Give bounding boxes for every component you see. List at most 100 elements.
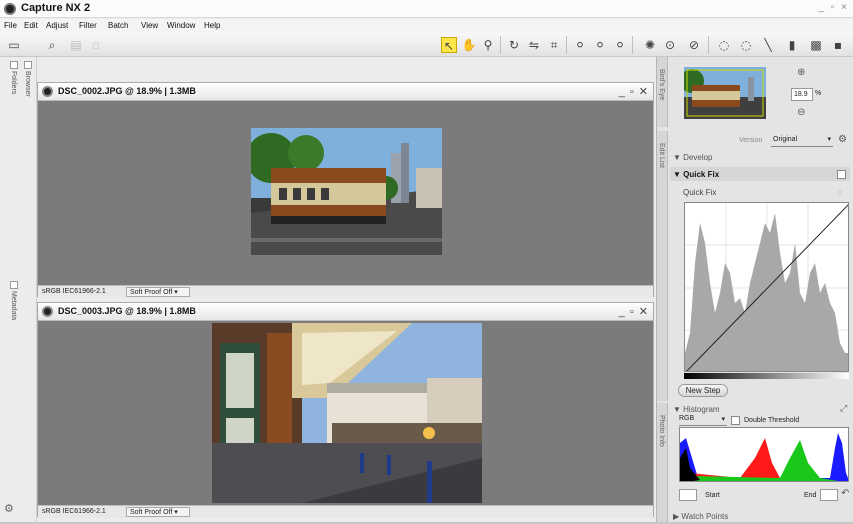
menu-help[interactable]: Help (204, 21, 220, 30)
folders-toggle[interactable] (10, 61, 18, 69)
right-panel: Bird's Eye ⊕ 18.9 % ⊖ Edit List Version … (656, 57, 853, 524)
white-point-icon[interactable]: ⚪ (612, 37, 628, 53)
marquee-icon[interactable]: ◌ (738, 37, 754, 53)
cable-car-photo (251, 128, 442, 255)
image-window-title: DSC_0002.JPG @ 18.9% | 1.3MB (58, 86, 196, 96)
rgb-histogram (679, 427, 849, 482)
image-status-bar: sRGB IEC61966-2.1 Soft Proof Off ▾ (38, 505, 653, 518)
image-window-controls[interactable]: _ ▫ ✕ (619, 305, 649, 318)
histogram-graph (680, 433, 848, 481)
color-control-point-icon[interactable]: ⊘ (686, 37, 702, 53)
version-label: Version (739, 137, 763, 144)
toolbar-separator (632, 36, 633, 54)
image-window-titlebar[interactable]: DSC_0002.JPG @ 18.9% | 1.3MB _ ▫ ✕ (38, 83, 653, 101)
end-field[interactable] (820, 489, 838, 501)
menu-file[interactable]: File (4, 21, 17, 30)
start-field[interactable] (679, 489, 697, 501)
zoom-out-icon[interactable]: ⊖ (797, 107, 805, 118)
tab-browser[interactable]: Browser (24, 71, 31, 97)
red-eye-icon[interactable]: ✺ (642, 37, 658, 53)
curves-graph[interactable] (684, 202, 849, 372)
histogram-tool-icon[interactable]: ⤢ (840, 403, 847, 414)
new-step-button[interactable]: New Step (678, 384, 728, 397)
tab-birds-eye[interactable]: Bird's Eye (657, 57, 668, 127)
zoom-in-icon[interactable]: ⊕ (797, 67, 805, 78)
image-status-bar: sRGB IEC61966-2.1 Soft Proof Off ▾ (38, 285, 653, 298)
window-controls[interactable]: _ ▫ × (818, 2, 849, 13)
histogram-section[interactable]: ▼ Histogram (673, 405, 720, 414)
gradient-icon[interactable]: ▮ (784, 37, 800, 53)
quick-fix-header-label: Quick Fix (683, 170, 720, 179)
color-profile-label: sRGB IEC61966-2.1 (42, 508, 106, 515)
tab-photo-info[interactable]: Photo Info (657, 403, 668, 523)
tab-edit-list[interactable]: Edit List (657, 131, 668, 401)
version-dropdown[interactable]: Original ▾ (771, 135, 833, 147)
soft-proof-dropdown[interactable]: Soft Proof Off ▾ (126, 287, 190, 297)
print-icon[interactable]: ▤ (68, 37, 84, 53)
quick-fix-radio[interactable]: ○ (837, 187, 842, 197)
birds-eye-tab-label: Bird's Eye (658, 69, 665, 101)
start-label: Start (705, 492, 720, 499)
browser-toggle[interactable] (24, 61, 32, 69)
crop-icon[interactable]: ⌗ (546, 37, 562, 53)
image-window-dsc0003[interactable]: DSC_0003.JPG @ 18.9% | 1.8MB _ ▫ ✕ sRGB … (37, 302, 654, 518)
edit-list-tab-label: Edit List (658, 143, 665, 168)
develop-label: Develop (683, 153, 713, 162)
color-profile-label: sRGB IEC61966-2.1 (42, 288, 106, 295)
brush-icon[interactable]: ╲ (760, 37, 776, 53)
zoom-unit: % (815, 90, 822, 97)
title-bar: Capture NX 2 _ ▫ × (0, 0, 853, 18)
menu-edit[interactable]: Edit (24, 21, 38, 30)
layout-icon[interactable]: ▭ (6, 37, 22, 53)
quick-fix-header[interactable]: ▼ Quick Fix (673, 170, 719, 179)
tab-metadata[interactable]: Metadata (10, 291, 17, 320)
image-window-controls[interactable]: _ ▫ ✕ (619, 85, 649, 98)
menu-batch[interactable]: Batch (108, 21, 128, 30)
soft-proof-dropdown[interactable]: Soft Proof Off ▾ (126, 507, 190, 517)
edit-list-options-icon[interactable]: ⚙ (838, 134, 847, 145)
open-icon[interactable]: ▫ (88, 37, 104, 53)
reset-icon[interactable]: ↶ (841, 488, 849, 499)
straighten-icon[interactable]: ⇋ (526, 37, 542, 53)
image-window-title: DSC_0003.JPG @ 18.9% | 1.8MB (58, 306, 196, 316)
black-point-icon[interactable]: ⚪ (572, 37, 588, 53)
neutral-point-icon[interactable]: ⚪ (592, 37, 608, 53)
lasso-icon[interactable]: ◌ (716, 37, 732, 53)
hand-icon[interactable]: ✋ (461, 37, 477, 53)
develop-section[interactable]: ▼ Develop (673, 153, 713, 162)
end-label: End (804, 492, 817, 499)
zoom-level-field[interactable]: 18.9 (791, 88, 813, 101)
tab-folders[interactable]: Folders (10, 71, 17, 94)
metadata-toggle[interactable] (10, 281, 18, 289)
fill-icon[interactable]: ▩ (808, 37, 824, 53)
auto-retouch-icon[interactable]: ⊙ (662, 37, 678, 53)
image-canvas[interactable] (38, 101, 653, 285)
capture-nx-logo-icon (42, 306, 53, 317)
curves-histogram[interactable] (685, 203, 849, 372)
menu-adjust[interactable]: Adjust (46, 21, 68, 30)
dropdown-arrow-icon: ▾ (827, 136, 831, 143)
menu-view[interactable]: View (141, 21, 158, 30)
street-arcade-photo (212, 323, 482, 503)
direct-select-icon[interactable]: ↖ (441, 37, 457, 53)
left-rail: Folders Browser Metadata ⚙ (0, 57, 37, 524)
quick-fix-enable-checkbox[interactable] (837, 170, 846, 179)
toolbar-separator (566, 36, 567, 54)
double-threshold-checkbox[interactable] (731, 416, 740, 425)
menu-window[interactable]: Window (167, 21, 195, 30)
soft-proof-value: Soft Proof Off (130, 509, 173, 516)
settings-gear-icon[interactable]: ⚙ (4, 502, 14, 515)
watch-points-section[interactable]: ▶ Watch Points (673, 512, 728, 521)
menu-filter[interactable]: Filter (79, 21, 97, 30)
rotate-icon[interactable]: ↻ (506, 37, 522, 53)
image-window-titlebar[interactable]: DSC_0003.JPG @ 18.9% | 1.8MB _ ▫ ✕ (38, 303, 653, 321)
watch-points-label: Watch Points (681, 512, 729, 521)
zoom-icon[interactable]: ⚲ (480, 37, 496, 53)
image-window-dsc0002[interactable]: DSC_0002.JPG @ 18.9% | 1.3MB _ ▫ ✕ sRGB … (37, 82, 654, 298)
image-canvas[interactable] (38, 321, 653, 505)
channel-dropdown[interactable]: RGB ▾ (679, 415, 727, 426)
more-tools-icon[interactable]: ▪ (830, 37, 846, 53)
browse-icon[interactable]: ⌕ (44, 37, 60, 53)
birds-eye-thumbnail[interactable] (684, 67, 766, 119)
menu-bar: File Edit Adjust Filter Batch View Windo… (0, 19, 853, 33)
